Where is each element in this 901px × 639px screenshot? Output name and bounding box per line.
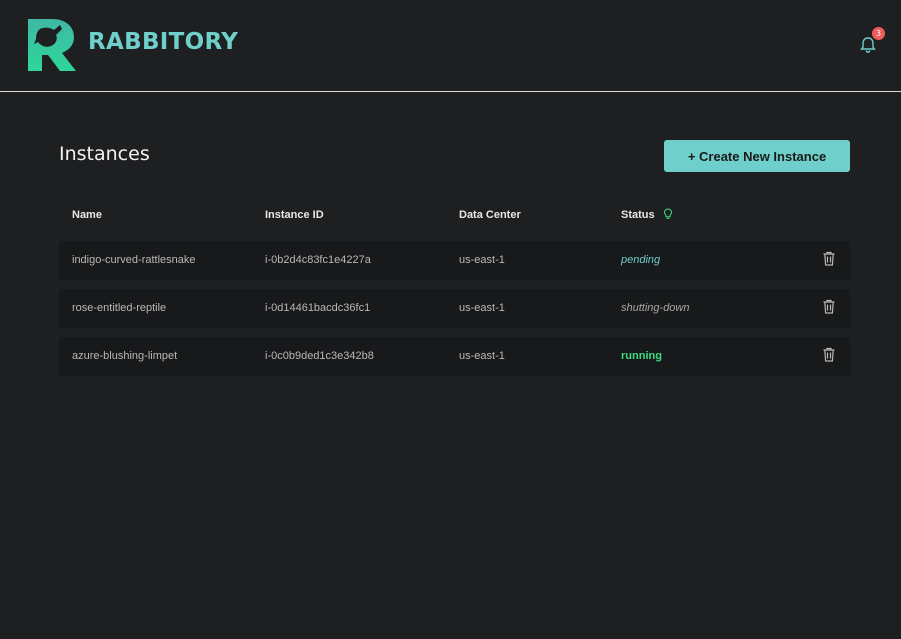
status-label: running — [621, 350, 662, 362]
rabbit-logo-icon[interactable] — [26, 17, 80, 73]
data-center: us-east-1 — [459, 350, 505, 362]
column-header-instance-id: Instance ID — [265, 209, 324, 221]
column-header-data-center: Data Center — [459, 209, 521, 221]
trash-icon[interactable] — [821, 298, 837, 315]
data-center: us-east-1 — [459, 254, 505, 266]
notification-badge: 3 — [872, 27, 885, 40]
status-label: pending — [621, 254, 661, 266]
instance-name: azure-blushing-limpet — [72, 350, 178, 362]
page-title: Instances — [59, 143, 150, 165]
brand-name: RABBITORY — [88, 29, 239, 55]
lightbulb-icon[interactable] — [663, 208, 673, 220]
instance-id: i-0b2d4c83fc1e4227a — [265, 254, 371, 266]
column-header-name: Name — [72, 209, 102, 221]
trash-icon[interactable] — [821, 346, 837, 363]
instance-name: rose-entitled-reptile — [72, 302, 167, 314]
status-label: shutting-down — [621, 302, 690, 314]
table-row[interactable]: indigo-curved-rattlesnake i-0b2d4c83fc1e… — [59, 241, 850, 280]
create-instance-button[interactable]: + Create New Instance — [664, 140, 850, 172]
instance-id: i-0d14461bacdc36fc1 — [265, 302, 371, 314]
table-row[interactable]: azure-blushing-limpet i-0c0b9ded1c3e342b… — [59, 337, 850, 376]
table-header: Name Instance ID Data Center Status — [59, 200, 850, 232]
instance-name: indigo-curved-rattlesnake — [72, 254, 196, 266]
instance-id: i-0c0b9ded1c3e342b8 — [265, 350, 374, 362]
table-row[interactable]: rose-entitled-reptile i-0d14461bacdc36fc… — [59, 289, 850, 328]
data-center: us-east-1 — [459, 302, 505, 314]
trash-icon[interactable] — [821, 250, 837, 267]
column-header-status: Status — [621, 209, 655, 221]
header: RABBITORY 3 — [0, 0, 901, 92]
